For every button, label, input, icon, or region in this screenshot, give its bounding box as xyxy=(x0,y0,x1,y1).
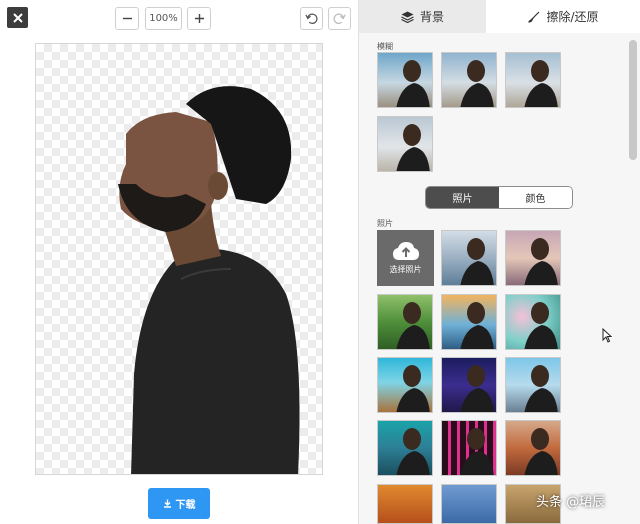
tab-erase-label: 擦除/还原 xyxy=(546,10,599,24)
photo-thumb-12[interactable] xyxy=(377,484,433,524)
download-icon xyxy=(163,499,171,508)
photo-thumb-2[interactable] xyxy=(505,230,561,286)
photo-thumb-11[interactable] xyxy=(505,420,561,476)
watermark-text: 头条 @珺辰 xyxy=(536,495,606,510)
close-icon xyxy=(12,12,23,23)
photo-thumb-9[interactable] xyxy=(377,420,433,476)
photo-section-label: 照片 xyxy=(377,219,393,228)
photo-thumb-10[interactable] xyxy=(441,420,497,476)
thumb-person xyxy=(396,428,430,475)
download-label: 下载 xyxy=(175,500,196,511)
mouse-cursor-icon xyxy=(602,328,612,343)
thumb-person xyxy=(524,365,558,412)
photo-thumb-4[interactable] xyxy=(441,294,497,350)
app-root: 100% 下载 背景 擦除/还原 模糊 照片 颜色 照片 选择照片 头条 @珺辰 xyxy=(0,0,640,524)
subject-cutout xyxy=(118,86,300,474)
photo-thumb-8[interactable] xyxy=(505,357,561,413)
thumb-person xyxy=(460,302,494,349)
photo-thumb-5[interactable] xyxy=(505,294,561,350)
photo-thumb-7[interactable] xyxy=(441,357,497,413)
photo-thumb-3[interactable] xyxy=(377,294,433,350)
thumb-person xyxy=(524,302,558,349)
redo-button[interactable] xyxy=(328,7,351,30)
cloud-upload-icon xyxy=(392,242,419,260)
thumb-person xyxy=(396,60,430,107)
undo-icon xyxy=(305,13,318,24)
panel-scrollbar[interactable] xyxy=(629,40,637,160)
blur-section-label: 模糊 xyxy=(377,42,393,51)
blur-thumb-1[interactable] xyxy=(377,52,433,108)
tab-erase-restore[interactable]: 擦除/还原 xyxy=(486,0,640,33)
thumb-person xyxy=(460,428,494,475)
segment-photo[interactable]: 照片 xyxy=(426,187,499,208)
thumb-person xyxy=(396,365,430,412)
redo-icon xyxy=(333,13,346,24)
photo-thumb-13[interactable] xyxy=(441,484,497,524)
thumb-person xyxy=(460,365,494,412)
choose-photo-button[interactable]: 选择照片 xyxy=(377,230,434,286)
thumb-person xyxy=(460,238,494,285)
minus-icon xyxy=(122,17,132,20)
brush-icon xyxy=(528,11,540,23)
panel-tabs: 背景 擦除/还原 xyxy=(359,0,640,33)
photo-thumb-1[interactable] xyxy=(441,230,497,286)
zoom-out-button[interactable] xyxy=(115,7,139,30)
editor-pane: 100% 下载 xyxy=(0,0,358,524)
layers-icon xyxy=(401,11,414,23)
download-button[interactable]: 下载 xyxy=(148,488,210,519)
blur-thumb-4[interactable] xyxy=(377,116,433,172)
thumb-person xyxy=(460,60,494,107)
zoom-level[interactable]: 100% xyxy=(145,7,182,30)
photo-color-toggle: 照片 颜色 xyxy=(425,186,573,209)
zoom-in-button[interactable] xyxy=(187,7,211,30)
undo-button[interactable] xyxy=(300,7,323,30)
thumb-person xyxy=(524,428,558,475)
blur-thumb-2[interactable] xyxy=(441,52,497,108)
thumb-person xyxy=(396,124,430,171)
side-panel: 背景 擦除/还原 模糊 照片 颜色 照片 选择照片 xyxy=(358,0,640,524)
thumb-person xyxy=(524,238,558,285)
image-canvas[interactable] xyxy=(35,43,323,475)
plus-icon xyxy=(194,14,204,23)
tab-background-label: 背景 xyxy=(419,10,444,24)
watermark: 头条 @珺辰 xyxy=(536,491,605,510)
photo-thumb-6[interactable] xyxy=(377,357,433,413)
blur-thumb-3[interactable] xyxy=(505,52,561,108)
close-button[interactable] xyxy=(7,7,28,28)
choose-photo-label: 选择照片 xyxy=(389,265,422,274)
thumb-person xyxy=(524,60,558,107)
segment-color[interactable]: 颜色 xyxy=(499,187,572,208)
thumb-person xyxy=(396,302,430,349)
tab-background[interactable]: 背景 xyxy=(359,0,486,33)
